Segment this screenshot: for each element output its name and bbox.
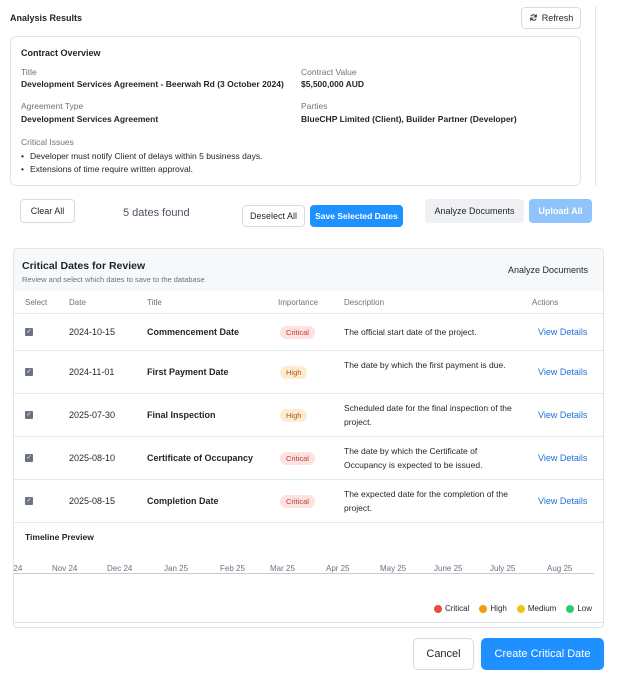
row-description: The official start date of the project. <box>344 327 477 337</box>
row-description: Scheduled date for the final inspection … <box>344 403 512 427</box>
overview-title: Contract Overview <box>21 48 101 58</box>
contract-overview-card: Contract Overview Title Development Serv… <box>10 36 581 186</box>
critical-dates-panel: Critical Dates for Review Review and sel… <box>13 248 604 628</box>
column-header-select: Select <box>25 298 48 307</box>
list-item: Extensions of time require written appro… <box>21 163 262 176</box>
title-value: Development Services Agreement - Beerwah… <box>21 79 284 89</box>
page-title: Analysis Results <box>10 13 83 23</box>
critical-dot-icon <box>433 604 442 613</box>
medium-dot-icon <box>516 604 525 613</box>
timeline-tick: Mar 25 <box>270 564 295 573</box>
table-row: ✓ 2024-11-01 First Payment Date High The… <box>14 350 603 393</box>
timeline-axis <box>14 573 594 574</box>
row-title: Commencement Date <box>147 327 240 337</box>
view-details-link[interactable]: View Details <box>538 367 587 377</box>
column-header-actions: Actions <box>532 298 559 307</box>
row-date: 2024-11-01 <box>69 367 115 377</box>
legend-item-critical: Critical <box>433 604 469 613</box>
analyze-documents-link[interactable]: Analyze Documents <box>508 265 588 275</box>
view-details-link[interactable]: View Details <box>538 453 587 463</box>
create-critical-date-button[interactable]: Create Critical Date <box>481 638 604 670</box>
timeline-tick: Nov 24 <box>52 564 78 573</box>
panel-header: Critical Dates for Review Review and sel… <box>14 249 603 291</box>
contract-value: $5,500,000 AUD <box>301 79 365 89</box>
importance-badge: Critical <box>280 326 315 339</box>
upload-all-button[interactable]: Upload All <box>529 199 592 223</box>
column-header-importance: Importance <box>278 298 319 307</box>
row-checkbox[interactable]: ✓ <box>25 497 33 505</box>
importance-badge: High <box>280 366 308 379</box>
row-description: The expected date for the completion of … <box>344 489 508 513</box>
importance-badge: Critical <box>280 495 315 508</box>
dates-found-count: 5 dates found <box>123 207 190 219</box>
row-date: 2025-08-10 <box>69 453 116 463</box>
row-checkbox[interactable]: ✓ <box>25 328 33 336</box>
divider <box>595 6 596 186</box>
timeline-tick: t 24 <box>13 564 23 573</box>
row-title: Certificate of Occupancy <box>147 453 254 463</box>
timeline-tick: June 25 <box>434 564 463 573</box>
low-dot-icon <box>566 604 575 613</box>
contract-value-label: Contract Value <box>301 67 357 77</box>
agreement-type-label: Agreement Type <box>21 101 84 111</box>
importance-badge: Critical <box>280 452 315 465</box>
legend-item-high: High <box>479 604 507 613</box>
list-item: Developer must notify Client of delays w… <box>21 150 262 163</box>
view-details-link[interactable]: View Details <box>538 496 587 506</box>
critical-issues-label: Critical Issues <box>21 137 74 147</box>
refresh-button[interactable]: Refresh <box>521 7 581 29</box>
row-checkbox[interactable]: ✓ <box>25 368 33 376</box>
column-header-date: Date <box>69 298 86 307</box>
parties-label: Parties <box>301 101 328 111</box>
row-title: Final Inspection <box>147 410 216 420</box>
row-description: The date by which the first payment is d… <box>344 360 506 370</box>
legend-item-low: Low <box>566 604 592 613</box>
deselect-all-button[interactable]: Deselect All <box>242 205 305 227</box>
timeline-tick: May 25 <box>380 564 407 573</box>
column-header-description: Description <box>344 298 385 307</box>
timeline-tick: Jan 25 <box>164 564 189 573</box>
row-title: First Payment Date <box>147 367 229 377</box>
table-row: ✓ 2024-10-15 Commencement Date Critical … <box>14 313 603 350</box>
parties-value: BlueCHP Limited (Client), Builder Partne… <box>301 114 517 124</box>
timeline-tick: Feb 25 <box>220 564 245 573</box>
cancel-button[interactable]: Cancel <box>413 638 474 670</box>
row-checkbox[interactable]: ✓ <box>25 454 33 462</box>
row-date: 2025-08-15 <box>69 496 116 506</box>
column-header-title: Title <box>147 298 162 307</box>
row-description: The date by which the Certificate of Occ… <box>344 446 483 470</box>
legend-item-medium: Medium <box>516 604 556 613</box>
timeline-tick: Apr 25 <box>326 564 350 573</box>
agreement-type-value: Development Services Agreement <box>21 114 159 124</box>
row-date: 2024-10-15 <box>69 327 116 337</box>
importance-badge: High <box>280 409 308 422</box>
table-row: ✓ 2025-07-30 Final Inspection High Sched… <box>14 393 603 436</box>
row-date: 2025-07-30 <box>69 410 116 420</box>
view-details-link[interactable]: View Details <box>538 410 587 420</box>
refresh-label: Refresh <box>541 13 574 23</box>
critical-issues-list: Developer must notify Client of delays w… <box>21 150 262 176</box>
timeline-tick: Aug 25 <box>547 564 573 573</box>
analyze-documents-button[interactable]: Analyze Documents <box>425 199 524 223</box>
timeline-tick: Dec 24 <box>107 564 133 573</box>
table-row: ✓ 2025-08-15 Completion Date Critical Th… <box>14 479 603 522</box>
title-label: Title <box>21 67 37 77</box>
row-title: Completion Date <box>147 496 219 506</box>
panel-subtitle: Review and select which dates to save to… <box>22 275 205 284</box>
refresh-icon <box>529 13 538 24</box>
view-details-link[interactable]: View Details <box>538 327 587 337</box>
divider <box>14 622 603 623</box>
row-checkbox[interactable]: ✓ <box>25 411 33 419</box>
clear-all-button[interactable]: Clear All <box>20 199 75 223</box>
save-selected-dates-button[interactable]: Save Selected Dates <box>310 205 403 227</box>
table-row: ✓ 2025-08-10 Certificate of Occupancy Cr… <box>14 436 603 479</box>
timeline-tick: July 25 <box>490 564 516 573</box>
panel-title: Critical Dates for Review <box>22 260 146 272</box>
timeline-title: Timeline Preview <box>25 532 94 542</box>
divider <box>14 522 603 523</box>
high-dot-icon <box>479 604 488 613</box>
timeline-legend: Critical High Medium Low <box>433 604 592 613</box>
